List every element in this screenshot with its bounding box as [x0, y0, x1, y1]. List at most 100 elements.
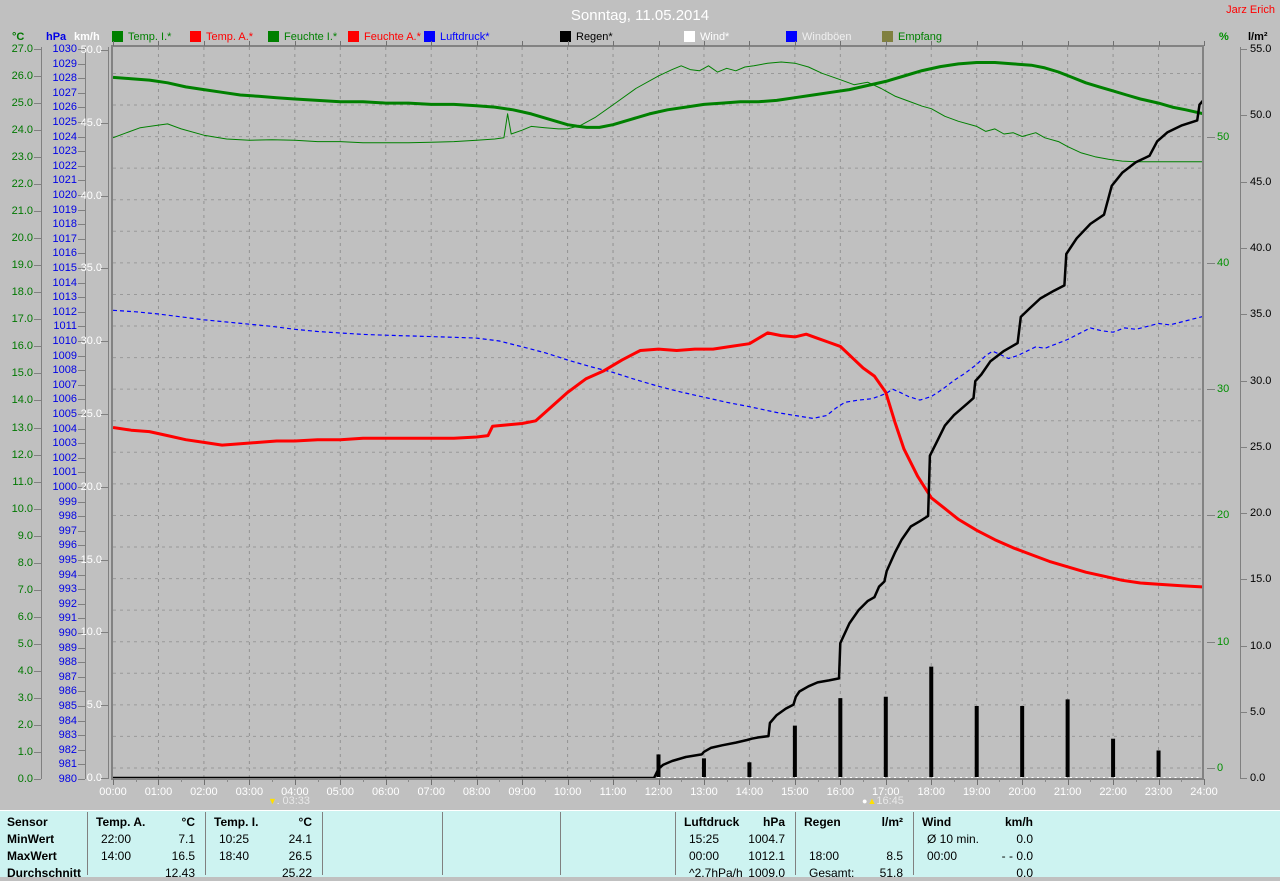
- time-label: 20:00: [1008, 786, 1036, 798]
- axis-tick-label-degc: 12.0: [11, 448, 33, 461]
- time-tick: [522, 779, 524, 785]
- axis-tick-label-kmh: 15.0: [80, 553, 102, 566]
- time-tick-half: [499, 779, 501, 782]
- time-tick: [385, 779, 387, 785]
- axis-tick-hpa: [78, 764, 85, 766]
- weather-app-window: Sonntag, 11.05.2014 Jarz Erich °C hPa km…: [0, 0, 1280, 881]
- table-row-label: MaxWert: [7, 849, 57, 863]
- time-tick: [158, 779, 160, 785]
- time-label: 21:00: [1053, 786, 1082, 798]
- time-tick-half: [635, 779, 637, 782]
- time-label: 18:00: [917, 786, 946, 798]
- axis-tick-label-hpa: 989: [58, 641, 77, 654]
- time-tick: [431, 779, 433, 785]
- time-tick-top: [340, 41, 342, 46]
- axis-tick-hpa: [78, 384, 85, 386]
- axis-tick-label-hpa: 1029: [52, 57, 77, 70]
- axis-tick-label-kmh: 5.0: [86, 699, 102, 712]
- axis-tick-hpa: [78, 589, 85, 591]
- bottom-strip: [0, 877, 1280, 881]
- axis-tick-hpa: [78, 224, 85, 226]
- axis-tick-hpa: [78, 63, 85, 65]
- time-tick-top: [294, 41, 296, 46]
- axis-tick-label-lm2: 45.0: [1250, 175, 1272, 188]
- axis-tick-label-lm2: 25.0: [1250, 440, 1272, 453]
- axis-tick-hpa: [78, 136, 85, 138]
- axis-tick-hpa: [78, 472, 85, 474]
- time-tick-half: [953, 779, 955, 782]
- axis-tick-kmh: [101, 122, 108, 124]
- table-col-unit: km/h: [1004, 815, 1033, 829]
- axis-tick-label-kmh: 25.0: [80, 408, 102, 420]
- sunrise-dot-icon: .: [276, 796, 280, 806]
- table-cell-value: 8.5: [886, 849, 903, 863]
- sunset-time: 16:45: [876, 795, 904, 807]
- axis-tick-label-degc: 7.0: [17, 583, 33, 596]
- axis-tick-hpa: [78, 428, 85, 430]
- axis-tick-lm2: [1240, 49, 1247, 50]
- time-tick-top: [476, 41, 478, 46]
- time-tick: [976, 779, 978, 785]
- time-label: 16:00: [826, 786, 855, 798]
- time-tick-top: [1158, 41, 1160, 46]
- axis-tick-label-degc: 5.0: [17, 637, 33, 650]
- table-divider: [322, 812, 323, 875]
- axis-tick-hpa: [78, 282, 85, 284]
- axis-tick-degc: [34, 589, 41, 591]
- axis-tick-degc: [34, 670, 41, 672]
- time-tick: [749, 779, 751, 785]
- axis-tick-label-degc: 6.0: [17, 610, 33, 623]
- table-divider: [560, 812, 561, 875]
- axis-tick-hpa: [78, 749, 85, 751]
- axis-tick-label-hpa: 1003: [52, 437, 77, 450]
- time-tick-half: [1090, 779, 1092, 782]
- axis-tick-label-lm2: 0.0: [1250, 772, 1266, 785]
- axis-tick-degc: [34, 778, 41, 780]
- plot-frame: [111, 45, 1204, 780]
- time-tick: [567, 779, 569, 785]
- axis-tick-label-hpa: 991: [58, 612, 77, 625]
- time-label: 07:00: [417, 786, 445, 798]
- axis-tick-label-hpa: 988: [58, 656, 77, 669]
- table-cell-value: 1004.7: [748, 832, 785, 846]
- axis-tick-kmh: [101, 559, 108, 561]
- axis-tick-label-degc: 21.0: [11, 205, 33, 218]
- axis-tick-label-hpa: 986: [58, 685, 77, 698]
- time-tick-half: [453, 779, 455, 782]
- axis-tick-label-hpa: 1026: [52, 101, 77, 114]
- axis-tick-pct: [1207, 515, 1215, 517]
- axis-tick-label-pct: 0: [1217, 762, 1224, 774]
- time-tick: [294, 779, 296, 785]
- axis-tick-label-degc: 16.0: [11, 340, 33, 353]
- axis-tick-hpa: [78, 311, 85, 313]
- axis-tick-label-lm2: 5.0: [1250, 706, 1266, 718]
- time-tick: [658, 779, 660, 785]
- table-divider: [442, 812, 443, 875]
- time-tick-half: [1135, 779, 1137, 782]
- axis-tick-label-hpa: 1028: [52, 72, 77, 85]
- axis-tick-kmh: [101, 414, 108, 415]
- axis-tick-lm2: [1240, 712, 1247, 713]
- time-tick-half: [681, 779, 683, 782]
- axis-tick-degc: [34, 535, 41, 537]
- axis-tick-degc: [34, 49, 41, 50]
- axis-tick-label-degc: 8.0: [17, 556, 33, 569]
- axis-tick-lm2: [1240, 181, 1247, 183]
- time-tick-top: [840, 41, 842, 46]
- axis-tick-label-hpa: 1004: [52, 422, 77, 435]
- table-col-unit: hPa: [762, 815, 785, 829]
- axis-tick-hpa: [78, 457, 85, 459]
- time-tick-half: [1181, 779, 1183, 782]
- axis-tick-label-hpa: 1001: [52, 466, 77, 479]
- time-tick-half: [272, 779, 274, 782]
- time-tick-top: [249, 41, 251, 46]
- axis-tick-degc: [34, 211, 41, 213]
- axis-tick-lm2: [1240, 115, 1247, 117]
- axis-tick-label-degc: 10.0: [11, 502, 33, 515]
- time-tick: [1113, 779, 1115, 785]
- axis-tick-label-pct: 40: [1217, 256, 1230, 269]
- axis-tick-label-hpa: 999: [58, 495, 77, 508]
- time-tick-half: [590, 779, 592, 782]
- time-label: 13:00: [690, 786, 718, 798]
- table-cell-value: - - 0.0: [1001, 849, 1033, 863]
